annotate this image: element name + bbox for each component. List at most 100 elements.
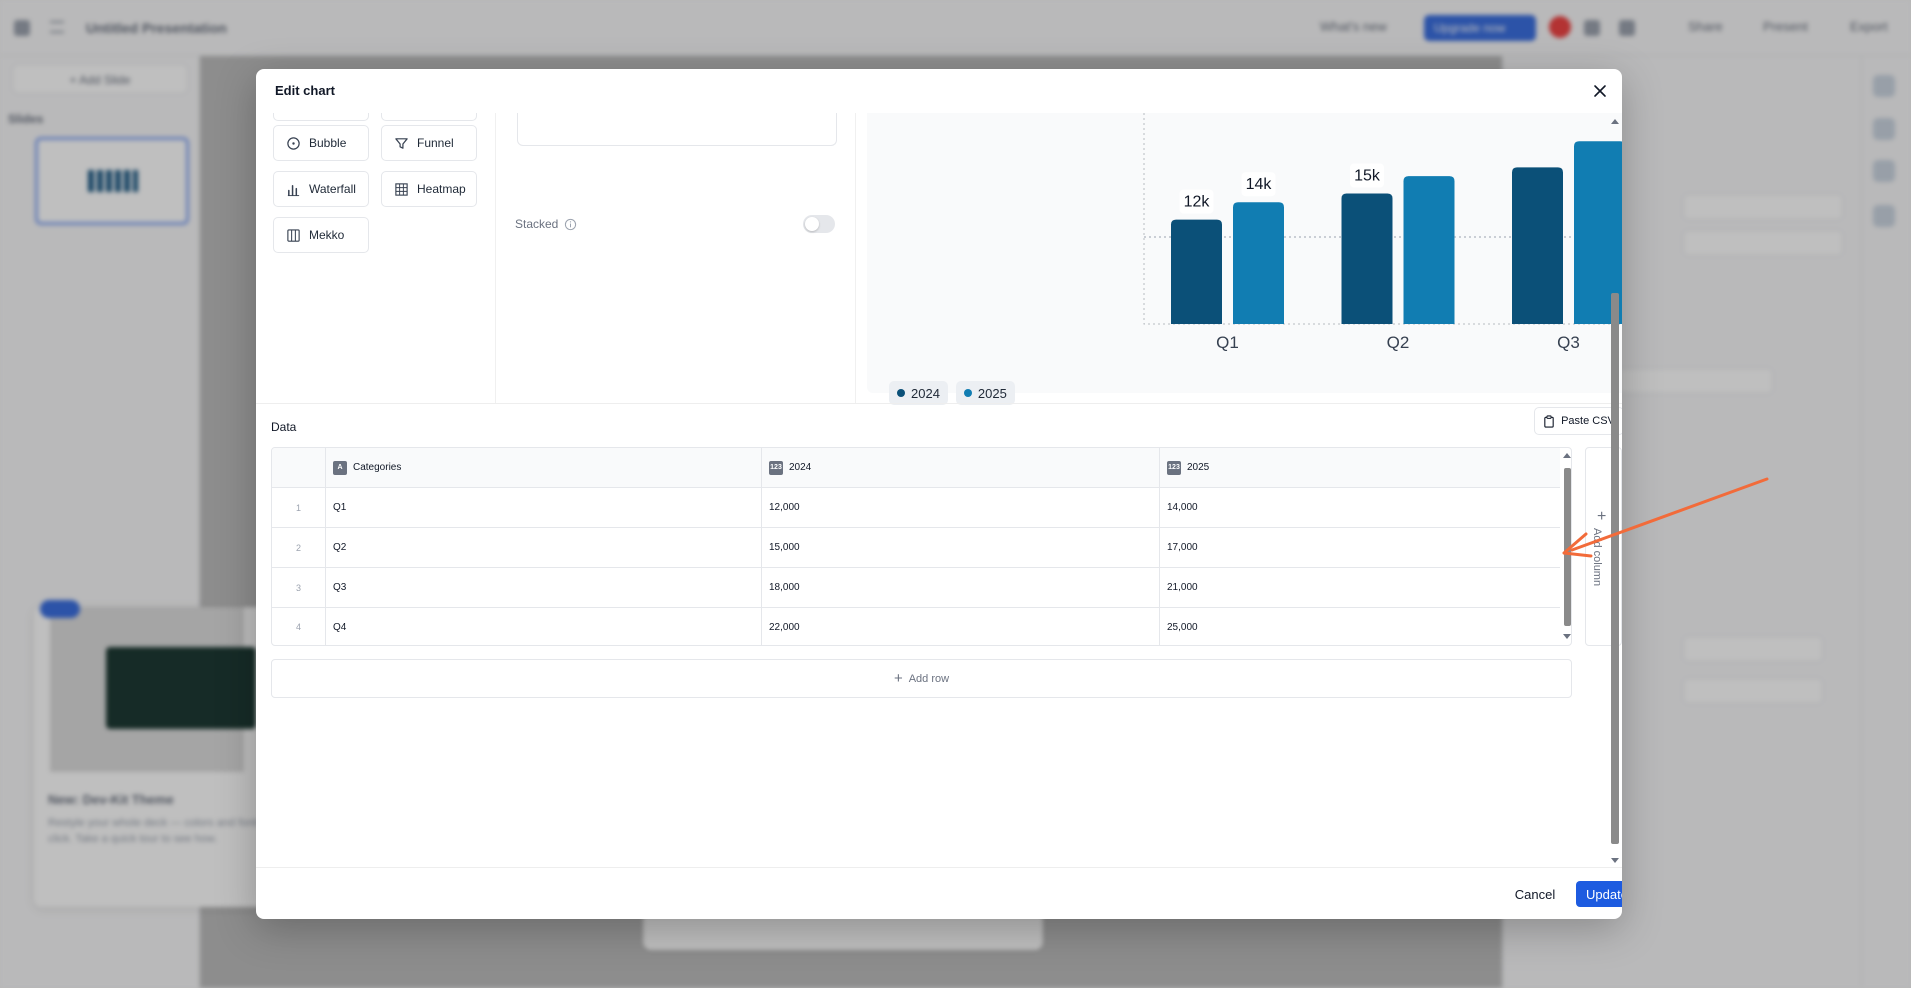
number-type-icon: 123 (1167, 460, 1181, 475)
chart-type-label: Waterfall (309, 182, 356, 196)
bubble-icon (287, 136, 300, 150)
column-header-2025[interactable]: 123 2025 (1160, 448, 1560, 487)
dialog-header: Edit chart (256, 69, 1622, 113)
table-row: 4 Q4 22,000 25,000 (272, 608, 1560, 645)
funnel-icon (395, 137, 408, 149)
table-header-row: A Categories 123 2024 123 2025 (272, 448, 1560, 488)
dialog-scroll-thumb[interactable] (1611, 293, 1619, 844)
column-divider (495, 113, 496, 403)
cancel-button[interactable]: Cancel (1510, 881, 1560, 907)
paste-csv-label: Paste CSV (1561, 415, 1615, 427)
add-column-label: Add column (1591, 528, 1603, 587)
waterfall-icon (287, 184, 300, 196)
legend-dot (963, 389, 972, 397)
table-cell[interactable]: Q2 (326, 528, 762, 567)
scroll-up-arrow[interactable] (1563, 453, 1571, 458)
clipboard-icon (1544, 414, 1554, 428)
dialog-body: Bubble Funnel Waterfall Heatmap Mekko St… (256, 113, 1622, 867)
bar[interactable] (1403, 176, 1455, 324)
column-divider (855, 113, 856, 403)
column-header-2024[interactable]: 123 2024 (762, 448, 1160, 487)
footer-divider (256, 867, 1622, 868)
table-cell[interactable]: Q3 (326, 568, 762, 607)
table-cell[interactable]: 22,000 (762, 608, 1160, 645)
data-label: 14k (1246, 176, 1273, 193)
chart-type-label: Funnel (417, 136, 454, 150)
add-row-button[interactable]: + Add row (271, 659, 1572, 698)
chart-type-heatmap[interactable]: Heatmap (381, 171, 477, 207)
heatmap-icon (395, 182, 408, 196)
chart-setting-input[interactable] (517, 113, 837, 146)
column-header-label: 2025 (1187, 462, 1210, 473)
row-number: 3 (272, 568, 326, 607)
legend-item-2024[interactable]: 2024 (889, 381, 948, 405)
bar[interactable] (1171, 219, 1222, 324)
close-button[interactable] (1590, 81, 1610, 101)
legend-item-2025[interactable]: 2025 (955, 381, 1015, 405)
data-section-label: Data (271, 420, 297, 434)
table-scroll-thumb[interactable] (1564, 468, 1571, 626)
paste-csv-button[interactable]: Paste CSV (1534, 407, 1622, 435)
legend-label: 2024 (911, 385, 940, 401)
x-tick-label: Q3 (1557, 333, 1580, 352)
update-button[interactable]: Update (1576, 881, 1622, 907)
chart-type-mekko[interactable]: Mekko (273, 217, 369, 253)
number-type-icon: 123 (769, 460, 783, 475)
chart-type-label: Bubble (309, 136, 347, 150)
row-number: 4 (272, 608, 326, 645)
data-table: A Categories 123 2024 123 2025 1 Q1 12,0… (271, 447, 1572, 646)
table-row: 1 Q1 12,000 14,000 (272, 488, 1560, 528)
table-scrollbar[interactable] (1562, 448, 1571, 645)
chart-type-label: Heatmap (417, 182, 466, 196)
legend-label: 2025 (977, 385, 1007, 401)
chart-legend: 2024 2025 (889, 381, 1015, 405)
table-cell[interactable]: Q4 (326, 608, 762, 645)
row-number: 2 (272, 528, 326, 567)
data-label: 15k (1354, 168, 1381, 185)
scroll-down-arrow[interactable] (1611, 858, 1619, 863)
row-number: 1 (272, 488, 326, 527)
table-cell[interactable]: 21,000 (1160, 568, 1560, 607)
bar[interactable] (1233, 202, 1284, 324)
column-header-label: Categories (353, 462, 402, 473)
plus-icon: + (893, 670, 903, 687)
mekko-icon (287, 228, 300, 242)
table-row: 2 Q2 15,000 17,000 (272, 528, 1560, 568)
add-row-label: Add row (908, 672, 950, 685)
info-icon[interactable] (564, 218, 577, 231)
table-cell[interactable]: 12,000 (762, 488, 1160, 527)
table-cell[interactable]: Q1 (326, 488, 762, 527)
stacked-toggle[interactable] (803, 215, 835, 233)
chart-type-bubble[interactable]: Bubble (273, 125, 369, 161)
table-cell[interactable]: 25,000 (1160, 608, 1560, 645)
bar[interactable] (1512, 167, 1563, 324)
plus-icon: + (1597, 508, 1607, 525)
table-row: 3 Q3 18,000 21,000 (272, 568, 1560, 608)
table-cell[interactable]: 17,000 (1160, 528, 1560, 567)
data-label: 12k (1184, 194, 1211, 211)
stacked-label: Stacked (515, 217, 559, 231)
chart-type-hidden-2 (381, 113, 477, 121)
scroll-up-arrow[interactable] (1611, 119, 1619, 124)
table-cell[interactable]: 14,000 (1160, 488, 1560, 527)
chart-type-hidden-1 (273, 113, 369, 121)
dialog-scrollbar[interactable] (1610, 113, 1620, 867)
text-type-icon: A (333, 460, 347, 475)
x-tick-label: Q2 (1387, 333, 1410, 352)
chart-type-funnel[interactable]: Funnel (381, 125, 477, 161)
chart-type-label: Mekko (309, 228, 345, 242)
scroll-down-arrow[interactable] (1563, 634, 1571, 639)
legend-dot (897, 389, 905, 397)
bar[interactable] (1341, 193, 1393, 325)
column-header-label: 2024 (789, 462, 812, 473)
column-header-categories[interactable]: A Categories (326, 448, 762, 487)
edit-chart-dialog: Edit chart Bubble Funnel Waterfall Heatm… (256, 69, 1622, 919)
chart-type-waterfall[interactable]: Waterfall (273, 171, 369, 207)
x-tick-label: Q1 (1216, 333, 1239, 352)
table-cell[interactable]: 18,000 (762, 568, 1160, 607)
bar-chart: 010kQ1Q2Q3Q412k14k15k (1143, 113, 1622, 352)
table-cell[interactable]: 15,000 (762, 528, 1160, 567)
close-icon (1594, 85, 1606, 97)
dialog-title: Edit chart (275, 83, 335, 98)
row-number-header (272, 448, 326, 487)
